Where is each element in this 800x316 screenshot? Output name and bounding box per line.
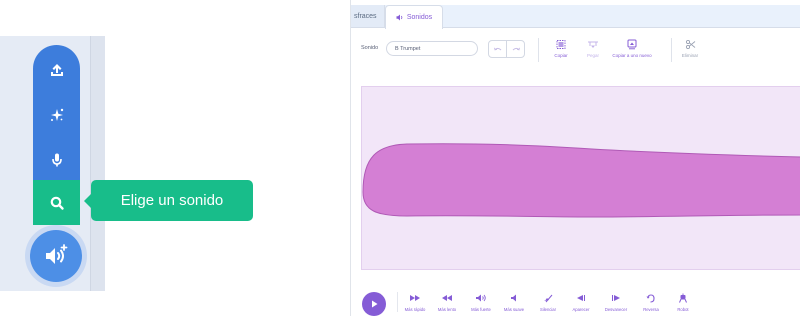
effect-louder-button[interactable]: Más fuerte	[467, 292, 495, 312]
tab-costumes[interactable]: sfraces	[351, 5, 385, 27]
effect-softer-button[interactable]: Más suave	[501, 292, 527, 312]
choose-sound-tooltip: Elige un sonido	[91, 180, 253, 221]
delete-label: Eliminar	[681, 53, 699, 58]
scrollbar-edge	[90, 36, 105, 291]
record-icon	[51, 153, 62, 166]
tab-sounds[interactable]: Sonidos	[385, 5, 443, 29]
redo-icon	[512, 47, 520, 50]
record-sound-button[interactable]	[33, 137, 80, 182]
louder-icon	[476, 294, 486, 302]
faster-icon	[410, 295, 420, 301]
paste-icon	[588, 41, 598, 48]
effect-slower-button[interactable]: Más lento	[434, 292, 460, 312]
sound-name-input[interactable]: B Trumpet	[386, 41, 478, 56]
toolbar-divider	[538, 38, 539, 62]
copy-button[interactable]: Copiar	[549, 38, 573, 58]
sound-plus-icon	[46, 244, 68, 264]
effect-label: Silenciar	[539, 307, 557, 312]
surprise-icon	[50, 108, 63, 121]
copy-to-new-label: Copiar a uno nuevo	[612, 53, 652, 58]
redo-button[interactable]	[507, 41, 524, 57]
add-sound-menu	[33, 45, 80, 245]
tab-sounds-label: Sonidos	[406, 14, 433, 21]
copy-label: Copiar	[554, 53, 568, 58]
effect-label: Aparecer	[572, 307, 590, 312]
play-button[interactable]	[362, 292, 386, 316]
upload-icon	[50, 63, 63, 76]
effect-mute-button[interactable]: Silenciar	[536, 292, 560, 312]
play-icon	[372, 300, 378, 308]
mute-icon	[544, 294, 553, 302]
sound-toolbar: Sonido B Trumpet Copiar Pegar Copiar a u…	[351, 30, 800, 74]
undo-button[interactable]	[489, 41, 507, 57]
search-icon	[50, 196, 64, 210]
effect-label: Más lento	[437, 307, 457, 312]
effect-robot-button[interactable]: Robot	[672, 292, 694, 312]
effect-label: Robot	[677, 307, 689, 312]
effect-reverse-button[interactable]: Reversa	[639, 292, 663, 312]
effect-label: Desvanecer	[604, 307, 628, 312]
upload-sound-button[interactable]	[33, 47, 80, 92]
speaker-icon	[396, 14, 403, 21]
add-sound-button[interactable]	[30, 230, 82, 282]
scissors-icon	[685, 39, 695, 49]
paste-label: Pegar	[586, 53, 599, 58]
robot-icon	[679, 293, 687, 303]
undo-icon	[493, 47, 501, 50]
choose-sound-button[interactable]	[33, 180, 80, 225]
effects-bar: Más rápido Más lento Más fuerte Más suav…	[351, 285, 800, 316]
sound-editor: sfraces Sonidos Sonido B Trumpet Copiar …	[350, 0, 800, 316]
reverse-icon	[646, 293, 655, 303]
waveform-area[interactable]	[361, 86, 800, 270]
copy-icon	[556, 39, 566, 49]
sound-name-label: Sonido	[361, 45, 379, 51]
editor-tabs: sfraces Sonidos	[351, 5, 800, 29]
undo-redo-group	[488, 40, 525, 58]
effect-fade-in-button[interactable]: Aparecer	[568, 292, 594, 312]
effect-label: Más fuerte	[471, 307, 491, 312]
fade-in-icon	[577, 295, 585, 301]
surprise-sound-button[interactable]	[33, 92, 80, 137]
effect-label: Reversa	[643, 307, 659, 312]
copy-to-new-button[interactable]: Copiar a uno nuevo	[611, 38, 653, 58]
copy-to-new-icon	[627, 39, 637, 49]
delete-button[interactable]: Eliminar	[679, 38, 701, 58]
effect-label: Más suave	[503, 307, 525, 312]
effect-label: Más rápido	[404, 307, 426, 312]
effects-divider	[397, 292, 398, 312]
effect-faster-button[interactable]: Más rápido	[401, 292, 429, 312]
fade-out-icon	[612, 295, 620, 301]
effect-fade-out-button[interactable]: Desvanecer	[601, 292, 631, 312]
waveform	[362, 143, 800, 218]
slower-icon	[442, 295, 452, 301]
softer-icon	[511, 294, 516, 302]
paste-button[interactable]: Pegar	[582, 38, 604, 58]
toolbar-divider	[671, 38, 672, 62]
